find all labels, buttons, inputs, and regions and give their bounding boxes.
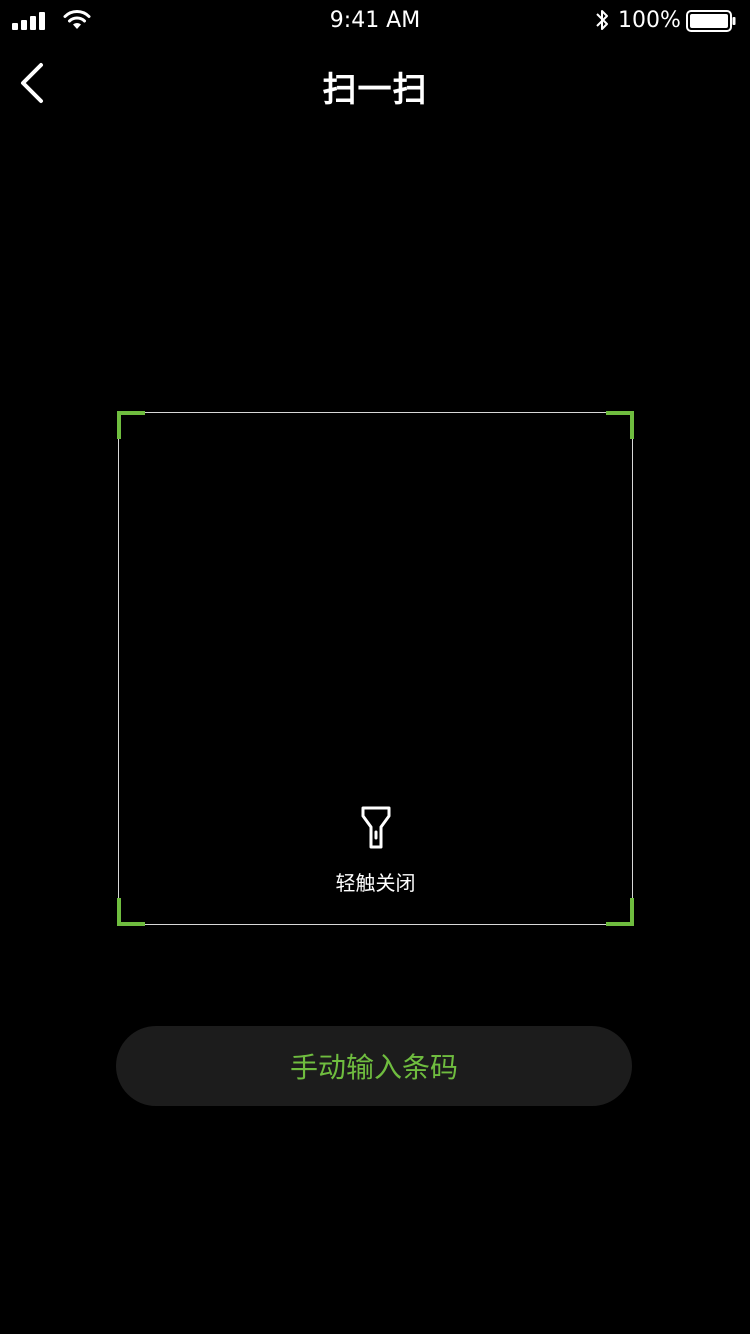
nav-bar: 扫一扫 [0, 40, 750, 128]
scan-corner-top-left [117, 411, 145, 439]
flashlight-toggle[interactable]: 轻触关闭 [119, 805, 632, 896]
scan-corner-bottom-right [606, 898, 634, 926]
status-bar: 9:41 AM 100% [0, 0, 750, 40]
scan-corner-bottom-left [117, 898, 145, 926]
page-title: 扫一扫 [322, 70, 428, 110]
battery-percent: 100% [618, 8, 681, 33]
scan-corner-top-right [606, 411, 634, 439]
battery-icon [686, 10, 736, 32]
flashlight-label: 轻触关闭 [335, 871, 416, 895]
manual-entry-button[interactable]: 手动输入条码 [116, 1026, 632, 1106]
bluetooth-icon [596, 10, 608, 30]
scan-frame: 轻触关闭 [117, 411, 634, 926]
flashlight-icon [361, 806, 390, 849]
